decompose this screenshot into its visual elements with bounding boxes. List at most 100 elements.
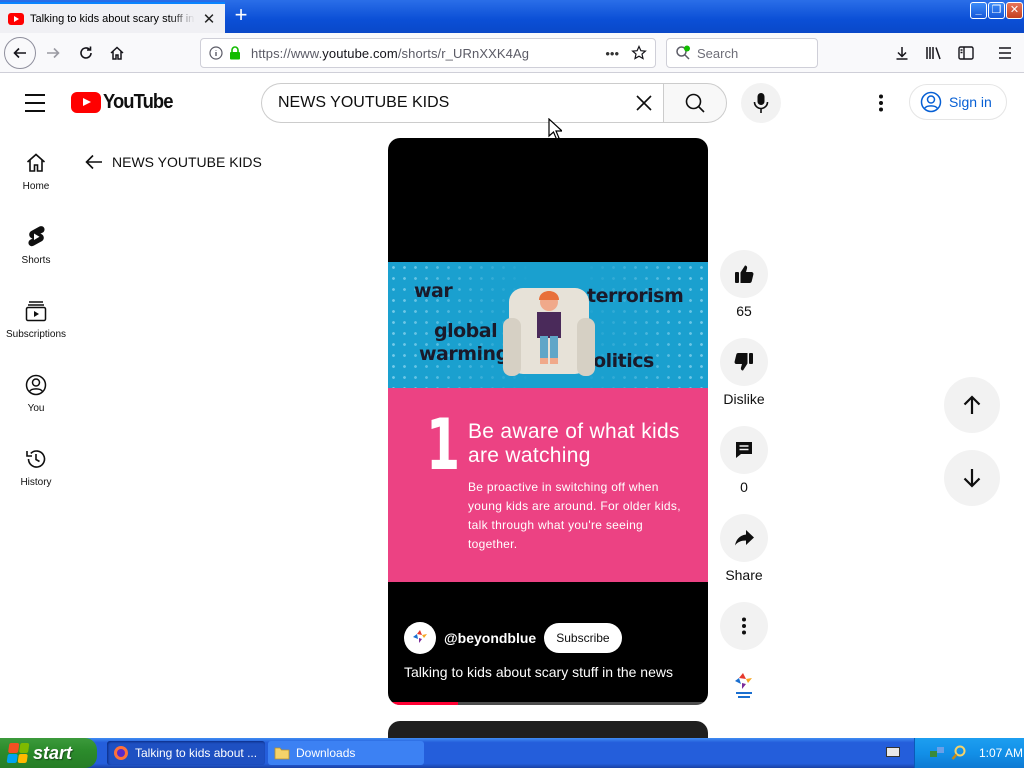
microphone-icon — [753, 93, 769, 113]
scene-word-terrorism: terrorism — [587, 285, 684, 307]
url-text[interactable]: https://www.youtube.com/shorts/r_URnXXK4… — [251, 46, 529, 61]
search-placeholder: Search — [697, 45, 739, 61]
home-button[interactable] — [101, 37, 133, 69]
voice-search-button[interactable] — [741, 83, 781, 123]
search-query-text[interactable]: NEWS YOUTUBE KIDS — [278, 94, 449, 112]
reload-button[interactable] — [70, 37, 102, 69]
tip-body: Be proactive in switching off when young… — [468, 480, 681, 551]
youtube-search-button[interactable] — [663, 83, 727, 123]
more-actions-button[interactable] — [720, 602, 768, 650]
home-icon — [110, 46, 124, 60]
browser-navigation-bar: https://www.youtube.com/shorts/r_URnXXK4… — [0, 33, 1024, 73]
share-action: Share — [720, 514, 768, 583]
like-action: 65 — [720, 250, 768, 319]
comment-action: 0 — [720, 426, 768, 495]
download-icon — [896, 47, 908, 60]
channel-row: @beyondblue Subscribe — [404, 622, 622, 654]
search-engine-icon — [676, 45, 690, 60]
more-vertical-icon — [879, 94, 883, 112]
dislike-action: Dislike — [720, 338, 768, 407]
bookmark-star-icon[interactable] — [631, 45, 647, 61]
hamburger-menu-icon — [999, 47, 1011, 59]
info-icon[interactable] — [209, 46, 223, 60]
sign-in-label: Sign in — [949, 94, 992, 110]
taskbar-item-browser[interactable]: Talking to kids about ... — [107, 741, 265, 765]
beyondblue-logo-icon — [413, 630, 427, 643]
library-icon — [926, 47, 941, 60]
keyboard-layout-icon[interactable] — [886, 747, 900, 757]
settings-more-button[interactable] — [866, 88, 896, 118]
search-query-label: NEWS YOUTUBE KIDS — [112, 154, 262, 170]
system-tray: 1:07 AM — [914, 738, 1024, 768]
browser-search-field[interactable]: Search — [666, 38, 818, 68]
window-maximize-button[interactable]: ❐ — [988, 2, 1005, 19]
search-icon — [685, 93, 705, 113]
youtube-search-input[interactable]: NEWS YOUTUBE KIDS — [261, 83, 663, 123]
guide-item-label: History — [20, 477, 52, 488]
shorts-video-player[interactable]: war terrorism global warming politics 1 … — [388, 138, 708, 705]
library-button[interactable] — [920, 37, 948, 69]
dislike-label: Dislike — [723, 391, 765, 407]
channel-handle[interactable]: @beyondblue — [444, 630, 536, 646]
browser-tab-active[interactable]: Talking to kids about scary stuff in the… — [0, 2, 225, 33]
comments-button[interactable] — [720, 426, 768, 474]
more-vertical-icon — [742, 617, 746, 635]
dislike-button[interactable] — [720, 338, 768, 386]
youtube-logo-text: YouTube — [103, 91, 173, 113]
lock-icon[interactable] — [229, 46, 241, 60]
back-arrow-icon — [13, 47, 26, 59]
new-tab-button[interactable]: + — [229, 4, 253, 28]
forward-button[interactable] — [37, 37, 69, 69]
video-progress-bar[interactable] — [388, 702, 708, 705]
clear-search-icon[interactable] — [633, 92, 655, 114]
guide-item-label: Subscriptions — [5, 329, 67, 340]
address-bar[interactable]: https://www.youtube.com/shorts/r_URnXXK4… — [200, 38, 656, 68]
guide-item-subscriptions[interactable]: Subscriptions — [0, 287, 72, 349]
downloads-button[interactable] — [888, 37, 916, 69]
video-title[interactable]: Talking to kids about scary stuff in the… — [404, 664, 673, 680]
start-button[interactable]: start — [0, 738, 97, 768]
youtube-play-logo-icon — [71, 92, 101, 113]
thumbs-up-icon — [735, 265, 754, 283]
tip-number: 1 — [426, 404, 461, 486]
sign-in-button[interactable]: Sign in — [909, 84, 1007, 120]
arrow-up-icon — [963, 395, 981, 414]
network-icon[interactable] — [929, 745, 945, 761]
app-menu-button[interactable] — [991, 37, 1019, 69]
youtube-logo[interactable]: YouTube — [71, 91, 179, 114]
guide-item-you[interactable]: You — [0, 361, 72, 423]
thumbs-down-icon — [734, 353, 753, 371]
arrow-down-icon — [963, 469, 981, 488]
guide-item-shorts[interactable]: Shorts — [0, 213, 72, 275]
taskbar-item-downloads[interactable]: Downloads — [268, 741, 424, 765]
back-to-search-results[interactable]: NEWS YOUTUBE KIDS — [84, 152, 262, 172]
guide-menu-button[interactable] — [22, 91, 48, 115]
channel-avatar[interactable] — [404, 622, 436, 654]
video-progress-fill — [388, 702, 459, 705]
window-close-button[interactable]: ✕ — [1006, 2, 1023, 19]
page-actions-more-icon[interactable]: ••• — [605, 46, 619, 61]
like-button[interactable] — [720, 250, 768, 298]
guide-item-home[interactable]: Home — [0, 139, 72, 201]
subscribe-button[interactable]: Subscribe — [544, 623, 622, 653]
next-short-button[interactable] — [944, 450, 1000, 506]
sidebar-toggle-button[interactable] — [952, 37, 980, 69]
video-tip-panel: 1 Be aware of what kids are watching Be … — [388, 388, 708, 582]
comment-icon — [736, 442, 752, 458]
channel-thumbnail[interactable] — [728, 670, 760, 702]
previous-short-button[interactable] — [944, 377, 1000, 433]
back-arrow-icon — [85, 154, 102, 170]
start-label: start — [33, 742, 73, 763]
share-arrow-icon — [735, 530, 754, 546]
youtube-favicon-icon — [8, 12, 24, 25]
back-button[interactable] — [4, 37, 36, 69]
guide-item-history[interactable]: History — [0, 435, 72, 497]
magnifier-tray-icon[interactable] — [951, 745, 967, 761]
share-button[interactable] — [720, 514, 768, 562]
taskbar-clock: 1:07 AM — [979, 746, 1024, 760]
window-minimize-button[interactable]: _ — [970, 2, 987, 19]
youtube-masthead: YouTube NEWS YOUTUBE KIDS Sign in — [0, 74, 1024, 132]
video-illustration: war terrorism global warming politics — [388, 262, 708, 388]
tab-close-icon[interactable]: ✕ — [201, 10, 217, 28]
home-icon — [26, 153, 46, 172]
